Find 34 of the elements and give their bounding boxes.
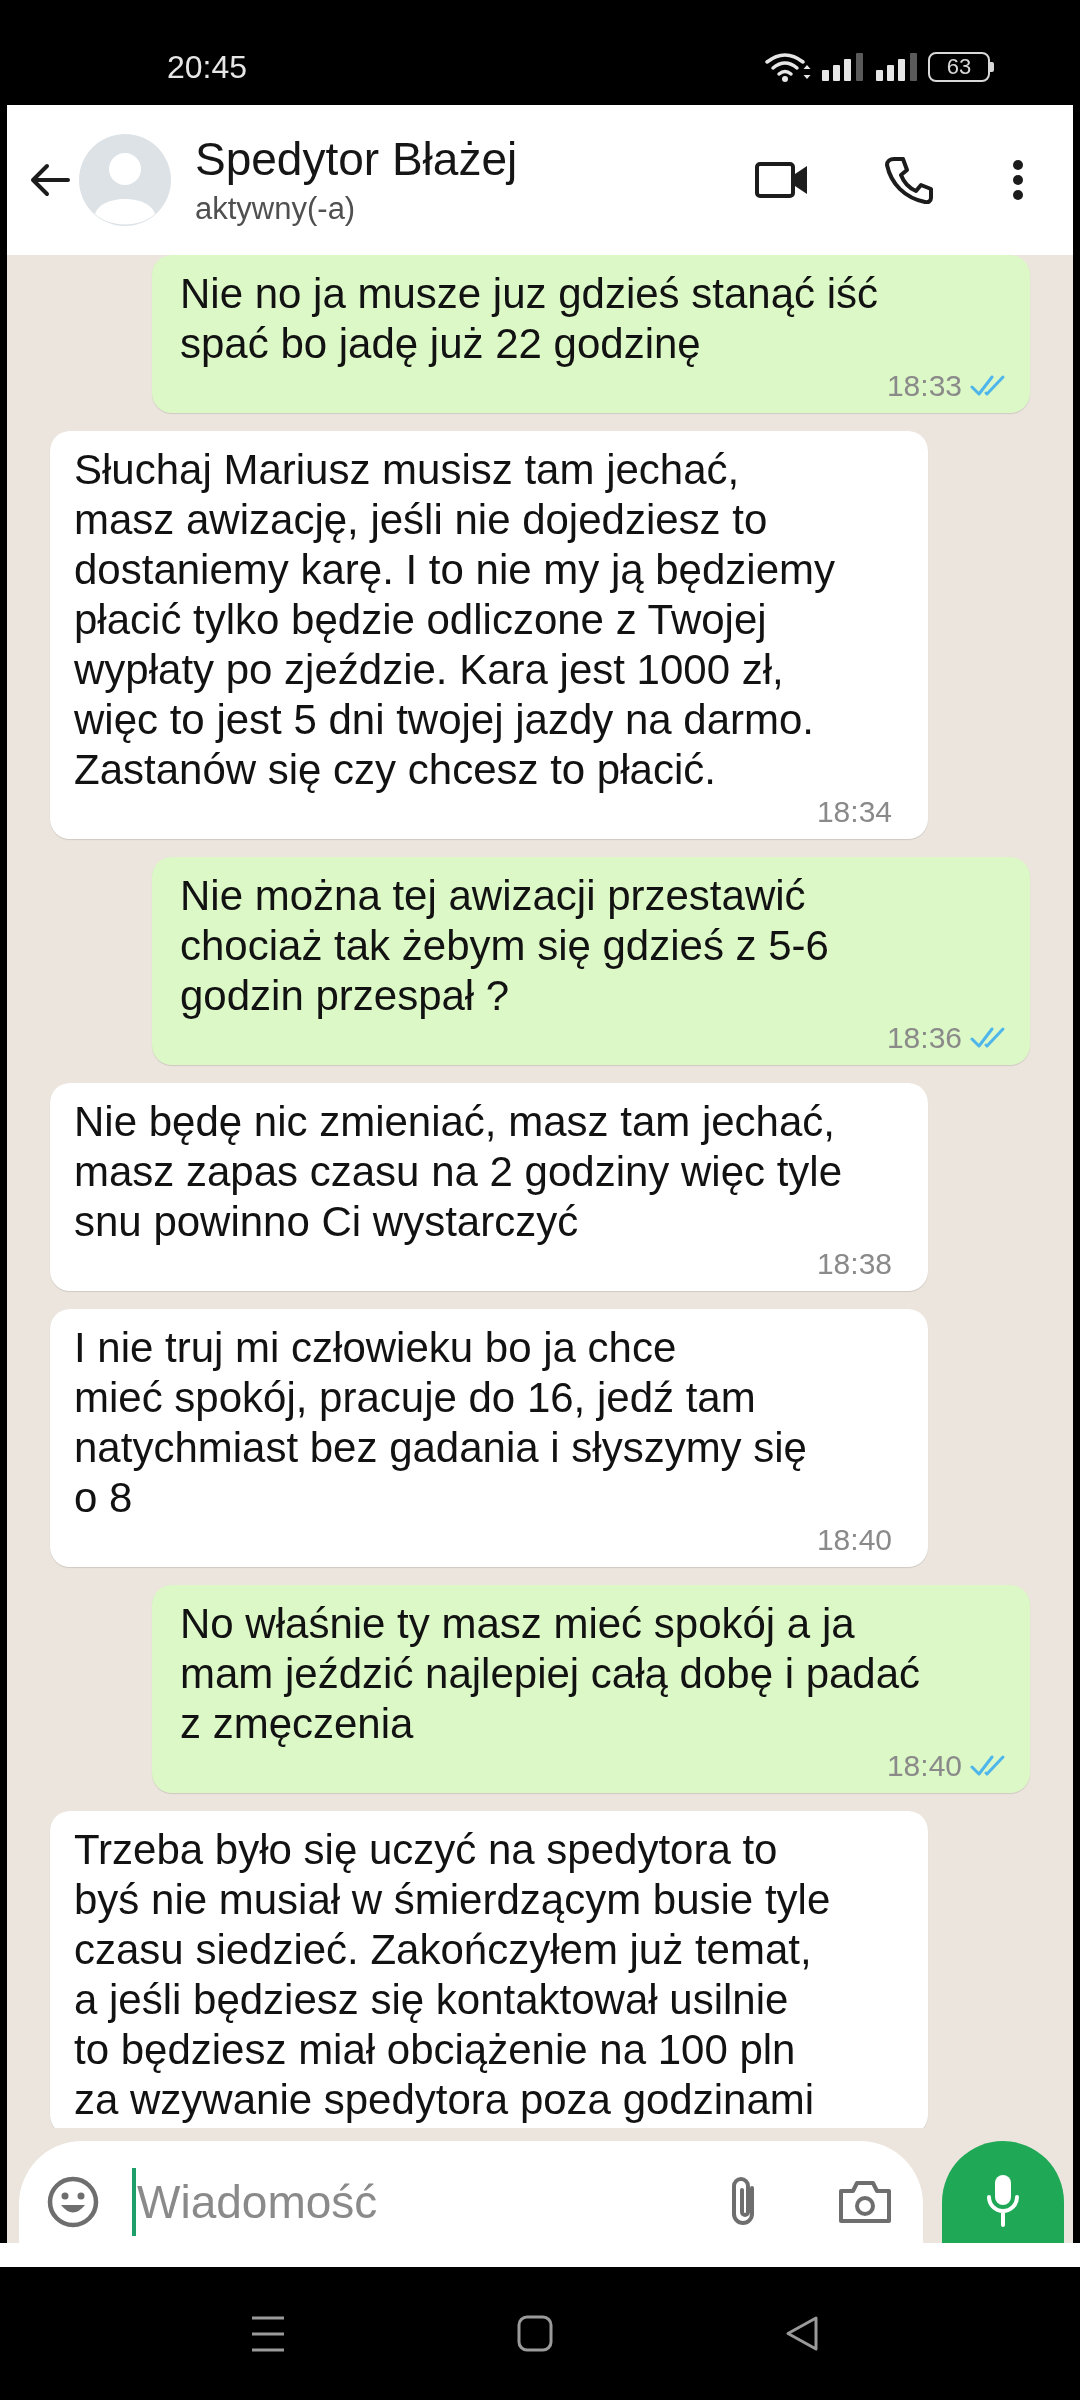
menu-icon[interactable]	[250, 2314, 286, 2353]
video-call-icon[interactable]	[755, 160, 809, 200]
message-time: 18:40	[886, 1749, 962, 1783]
message-time: 18:38	[816, 1247, 892, 1281]
contact-status: aktywny(-a)	[195, 190, 356, 228]
message-time: 18:36	[886, 1021, 962, 1055]
battery-indicator: 63	[928, 51, 994, 82]
message-time: 18:34	[816, 795, 892, 829]
camera-icon[interactable]	[837, 2179, 893, 2225]
more-options-icon[interactable]	[1012, 160, 1024, 200]
message-text: Słuchaj Mariusz musisz tam jechać, masz awizację, jeśli nie dojedziesz to dostaniemy karę. I to nie my ją będziemy płacić tylko będzie odliczone z Twojej wypłaty po zjeździe. Kara jest 1000 zł, więc to jest 5 dni twojej jazdy na darmo. Zastanów się czy chcesz to płacić.	[74, 445, 835, 795]
voice-message-button[interactable]	[942, 2141, 1064, 2243]
contact-name: Spedytor Błażej	[195, 132, 518, 186]
signal-icon	[874, 51, 919, 82]
message-field[interactable]: Wiadomość	[19, 2141, 923, 2243]
microphone-icon	[985, 2173, 1021, 2227]
back-arrow-icon[interactable]	[28, 163, 70, 197]
message-text: Nie można tej awizacji przestawić chociaż tak żebym się gdzieś z 5-6 godzin przespał ?	[180, 871, 829, 1021]
message-input[interactable]: Wiadomość	[136, 2172, 726, 2232]
message-time: 18:33	[886, 369, 962, 403]
emoji-icon[interactable]	[47, 2176, 99, 2228]
message-time: 18:40	[816, 1523, 892, 1557]
signal-icon	[820, 51, 865, 82]
message-text: No właśnie ty masz mieć spokój a ja mam jeździć najlepiej całą dobę i padać z zmęczenia	[180, 1599, 921, 1749]
message-text: Trzeba było się uczyć na spedytora to byś nie musiał w śmierdzącym busie tyle czasu siedzieć. Zakończyłem już temat, a jeśli będziesz się kontaktował usilnie to będziesz miał obciążenie na 100 pln za wzywanie spedytora poza godzinami	[74, 1825, 831, 2125]
message-text: Nie będę nic zmieniać, masz tam jechać, masz zapas czasu na 2 godziny więc tyle snu powinno Ci wystarczyć	[74, 1097, 843, 1247]
wifi-icon	[765, 51, 811, 82]
message-text: Nie no ja musze juz gdzieś stanąć iść spać bo jadę już 22 godzinę	[180, 269, 878, 369]
clock-time: 20:45	[167, 47, 248, 87]
message-text: I nie truj mi człowieku bo ja chce mieć spokój, pracuje do 16, jedź tam natychmiast bez gadania i słyszymy się o 8	[74, 1323, 807, 1523]
home-square-icon[interactable]	[517, 2315, 553, 2352]
phone-icon[interactable]	[885, 156, 933, 204]
back-triangle-icon[interactable]	[784, 2315, 819, 2352]
text-cursor-icon	[132, 2168, 136, 2236]
